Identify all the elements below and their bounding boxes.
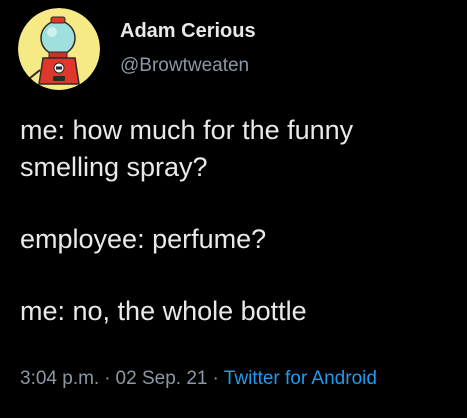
author-avatar[interactable]: [18, 8, 100, 90]
tweet-line-2: employee: perfume?: [20, 221, 460, 258]
tweet-line-1: me: how much for the funny smelling spra…: [20, 112, 460, 186]
tweet-line-3: me: no, the whole bottle: [20, 293, 460, 330]
author-handle[interactable]: @Browtweaten: [120, 55, 249, 77]
tweet-paragraph-1: me: how much for the funny smelling spra…: [20, 115, 354, 182]
tweet-paragraph-3: me: no, the whole bottle: [20, 296, 307, 326]
tweet-paragraph-2: employee: perfume?: [20, 224, 267, 254]
meta-separator: ·: [104, 368, 111, 389]
author-display-name[interactable]: Adam Cerious: [120, 20, 256, 43]
gumball-machine-avatar-icon: [18, 8, 100, 90]
tweet-date[interactable]: 02 Sep. 21: [116, 368, 208, 389]
tweet-time[interactable]: 3:04 p.m.: [20, 368, 99, 389]
tweet: Adam Cerious @Browtweaten me: how much f…: [0, 0, 467, 418]
tweet-text: me: how much for the funny smelling spra…: [20, 112, 460, 330]
meta-separator: ·: [212, 368, 219, 389]
tweet-metadata: 3:04 p.m. · 02 Sep. 21 · Twitter for Android: [20, 368, 377, 390]
tweet-source-link[interactable]: Twitter for Android: [224, 368, 377, 389]
